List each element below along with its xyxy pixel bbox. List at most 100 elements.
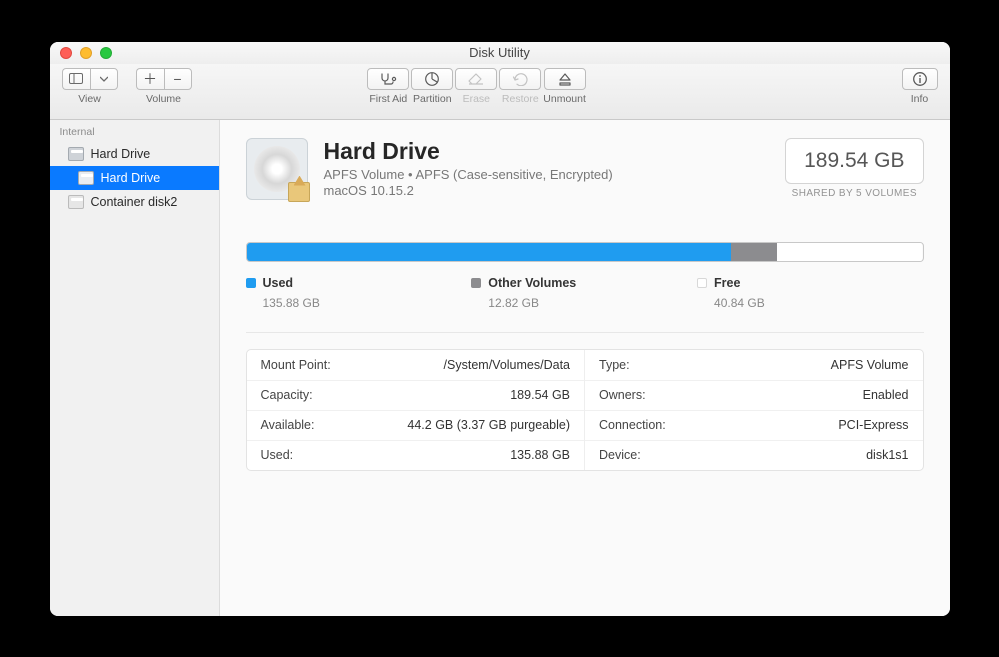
usage-bar-used <box>247 243 732 261</box>
usage-bar <box>246 242 924 262</box>
capacity-value: 189.54 GB <box>785 138 923 184</box>
partition-label: Partition <box>413 93 452 105</box>
detail-value: 135.88 GB <box>510 448 570 462</box>
separator <box>246 332 924 333</box>
volume-segmented: ＋ − <box>136 68 192 90</box>
erase-label: Erase <box>463 93 490 105</box>
unmount-button[interactable] <box>544 68 586 90</box>
toolbar-actions-group: First Aid Partition Erase Restore <box>367 68 586 105</box>
detail-value: disk1s1 <box>866 448 908 462</box>
titlebar: Disk Utility <box>50 42 950 64</box>
sidebar-heading-internal: Internal <box>50 124 219 142</box>
container-icon <box>68 195 84 209</box>
sidebar-item-label: Container disk2 <box>91 195 178 209</box>
toolbar-info-group: Info <box>902 68 938 105</box>
detail-key: Available: <box>261 418 315 432</box>
info-icon <box>912 71 928 87</box>
partition-button[interactable] <box>411 68 453 90</box>
restore-label: Restore <box>502 93 539 105</box>
legend-other-label: Other Volumes <box>488 276 576 290</box>
volume-subtitle: APFS Volume • APFS (Case-sensitive, Encr… <box>324 167 613 182</box>
usage-section: Used 135.88 GB Other Volumes 12.82 GB Fr… <box>246 242 924 310</box>
unmount-label: Unmount <box>543 93 586 105</box>
info-label: Info <box>911 93 929 105</box>
info-button[interactable] <box>902 68 938 90</box>
restore-icon <box>512 72 528 86</box>
volume-large-icon <box>246 138 308 200</box>
legend-free-label: Free <box>714 276 740 290</box>
first-aid-label: First Aid <box>369 93 407 105</box>
eraser-icon <box>467 72 485 86</box>
detail-value: PCI-Express <box>838 418 908 432</box>
volume-add-button[interactable]: ＋ <box>136 68 164 90</box>
volume-remove-button[interactable]: − <box>164 68 192 90</box>
row-owners: Owners: Enabled <box>585 380 923 410</box>
home-badge-icon <box>288 182 310 202</box>
detail-key: Owners: <box>599 388 646 402</box>
sidebar-toggle-button[interactable] <box>62 68 90 90</box>
shared-volumes-text: SHARED BY 5 VOLUMES <box>785 188 923 199</box>
first-aid-button[interactable] <box>367 68 409 90</box>
details-table: Mount Point: /System/Volumes/Data Capacit… <box>246 349 924 471</box>
row-connection: Connection: PCI-Express <box>585 410 923 440</box>
sidebar-item-container-disk2[interactable]: Container disk2 <box>50 190 219 214</box>
legend-used: Used 135.88 GB <box>246 276 472 310</box>
legend-free: Free 40.84 GB <box>697 276 923 310</box>
legend-used-value: 135.88 GB <box>263 296 472 310</box>
plus-icon: ＋ <box>143 69 157 89</box>
sidebar-item-label: Hard Drive <box>101 171 161 185</box>
sidebar: Internal Hard Drive Hard Drive Container… <box>50 120 220 616</box>
legend-other-value: 12.82 GB <box>488 296 697 310</box>
capacity-box: 189.54 GB SHARED BY 5 VOLUMES <box>785 138 923 199</box>
volume-os-line: macOS 10.15.2 <box>324 183 613 198</box>
legend-free-value: 40.84 GB <box>714 296 923 310</box>
row-type: Type: APFS Volume <box>585 350 923 380</box>
details-col-left: Mount Point: /System/Volumes/Data Capacit… <box>247 350 585 470</box>
swatch-used <box>246 278 256 288</box>
toolbar-view-group: View <box>62 68 118 105</box>
detail-key: Connection: <box>599 418 666 432</box>
row-used: Used: 135.88 GB <box>247 440 585 470</box>
legend-used-label: Used <box>263 276 294 290</box>
toolbar-volume-label: Volume <box>146 93 181 105</box>
restore-button[interactable] <box>499 68 541 90</box>
sidebar-item-hard-drive-1[interactable]: Hard Drive <box>50 166 219 190</box>
detail-value: Enabled <box>863 388 909 402</box>
sidebar-icon <box>69 73 83 84</box>
detail-key: Device: <box>599 448 641 462</box>
app-window: Disk Utility View ＋ − Volume <box>50 42 950 616</box>
pie-icon <box>424 71 440 87</box>
detail-value: /System/Volumes/Data <box>444 358 570 372</box>
stethoscope-icon <box>379 72 397 86</box>
row-mount-point: Mount Point: /System/Volumes/Data <box>247 350 585 380</box>
sidebar-item-label: Hard Drive <box>91 147 151 161</box>
chevron-down-icon <box>100 76 108 82</box>
details-col-right: Type: APFS Volume Owners: Enabled Connecti… <box>584 350 923 470</box>
swatch-other <box>471 278 481 288</box>
detail-value: 189.54 GB <box>510 388 570 402</box>
main-panel: Hard Drive APFS Volume • APFS (Case-sens… <box>220 120 950 616</box>
view-segmented <box>62 68 118 90</box>
view-dropdown-button[interactable] <box>90 68 118 90</box>
detail-key: Type: <box>599 358 630 372</box>
detail-value: APFS Volume <box>831 358 909 372</box>
usage-bar-free <box>777 243 922 261</box>
detail-key: Mount Point: <box>261 358 331 372</box>
legend-other: Other Volumes 12.82 GB <box>471 276 697 310</box>
sidebar-item-hard-drive-0[interactable]: Hard Drive <box>50 142 219 166</box>
row-capacity: Capacity: 189.54 GB <box>247 380 585 410</box>
erase-button[interactable] <box>455 68 497 90</box>
toolbar-volume-group: ＋ − Volume <box>136 68 192 105</box>
usage-bar-other <box>731 243 777 261</box>
row-device: Device: disk1s1 <box>585 440 923 470</box>
eject-icon <box>558 72 572 86</box>
usage-legend: Used 135.88 GB Other Volumes 12.82 GB Fr… <box>246 276 924 310</box>
volume-header-text: Hard Drive APFS Volume • APFS (Case-sens… <box>324 138 613 199</box>
toolbar-view-label: View <box>78 93 101 105</box>
toolbar: View ＋ − Volume First Aid Partition <box>50 64 950 120</box>
detail-key: Capacity: <box>261 388 313 402</box>
swatch-free <box>697 278 707 288</box>
detail-value: 44.2 GB (3.37 GB purgeable) <box>407 418 570 432</box>
detail-key: Used: <box>261 448 294 462</box>
window-title: Disk Utility <box>50 45 950 60</box>
